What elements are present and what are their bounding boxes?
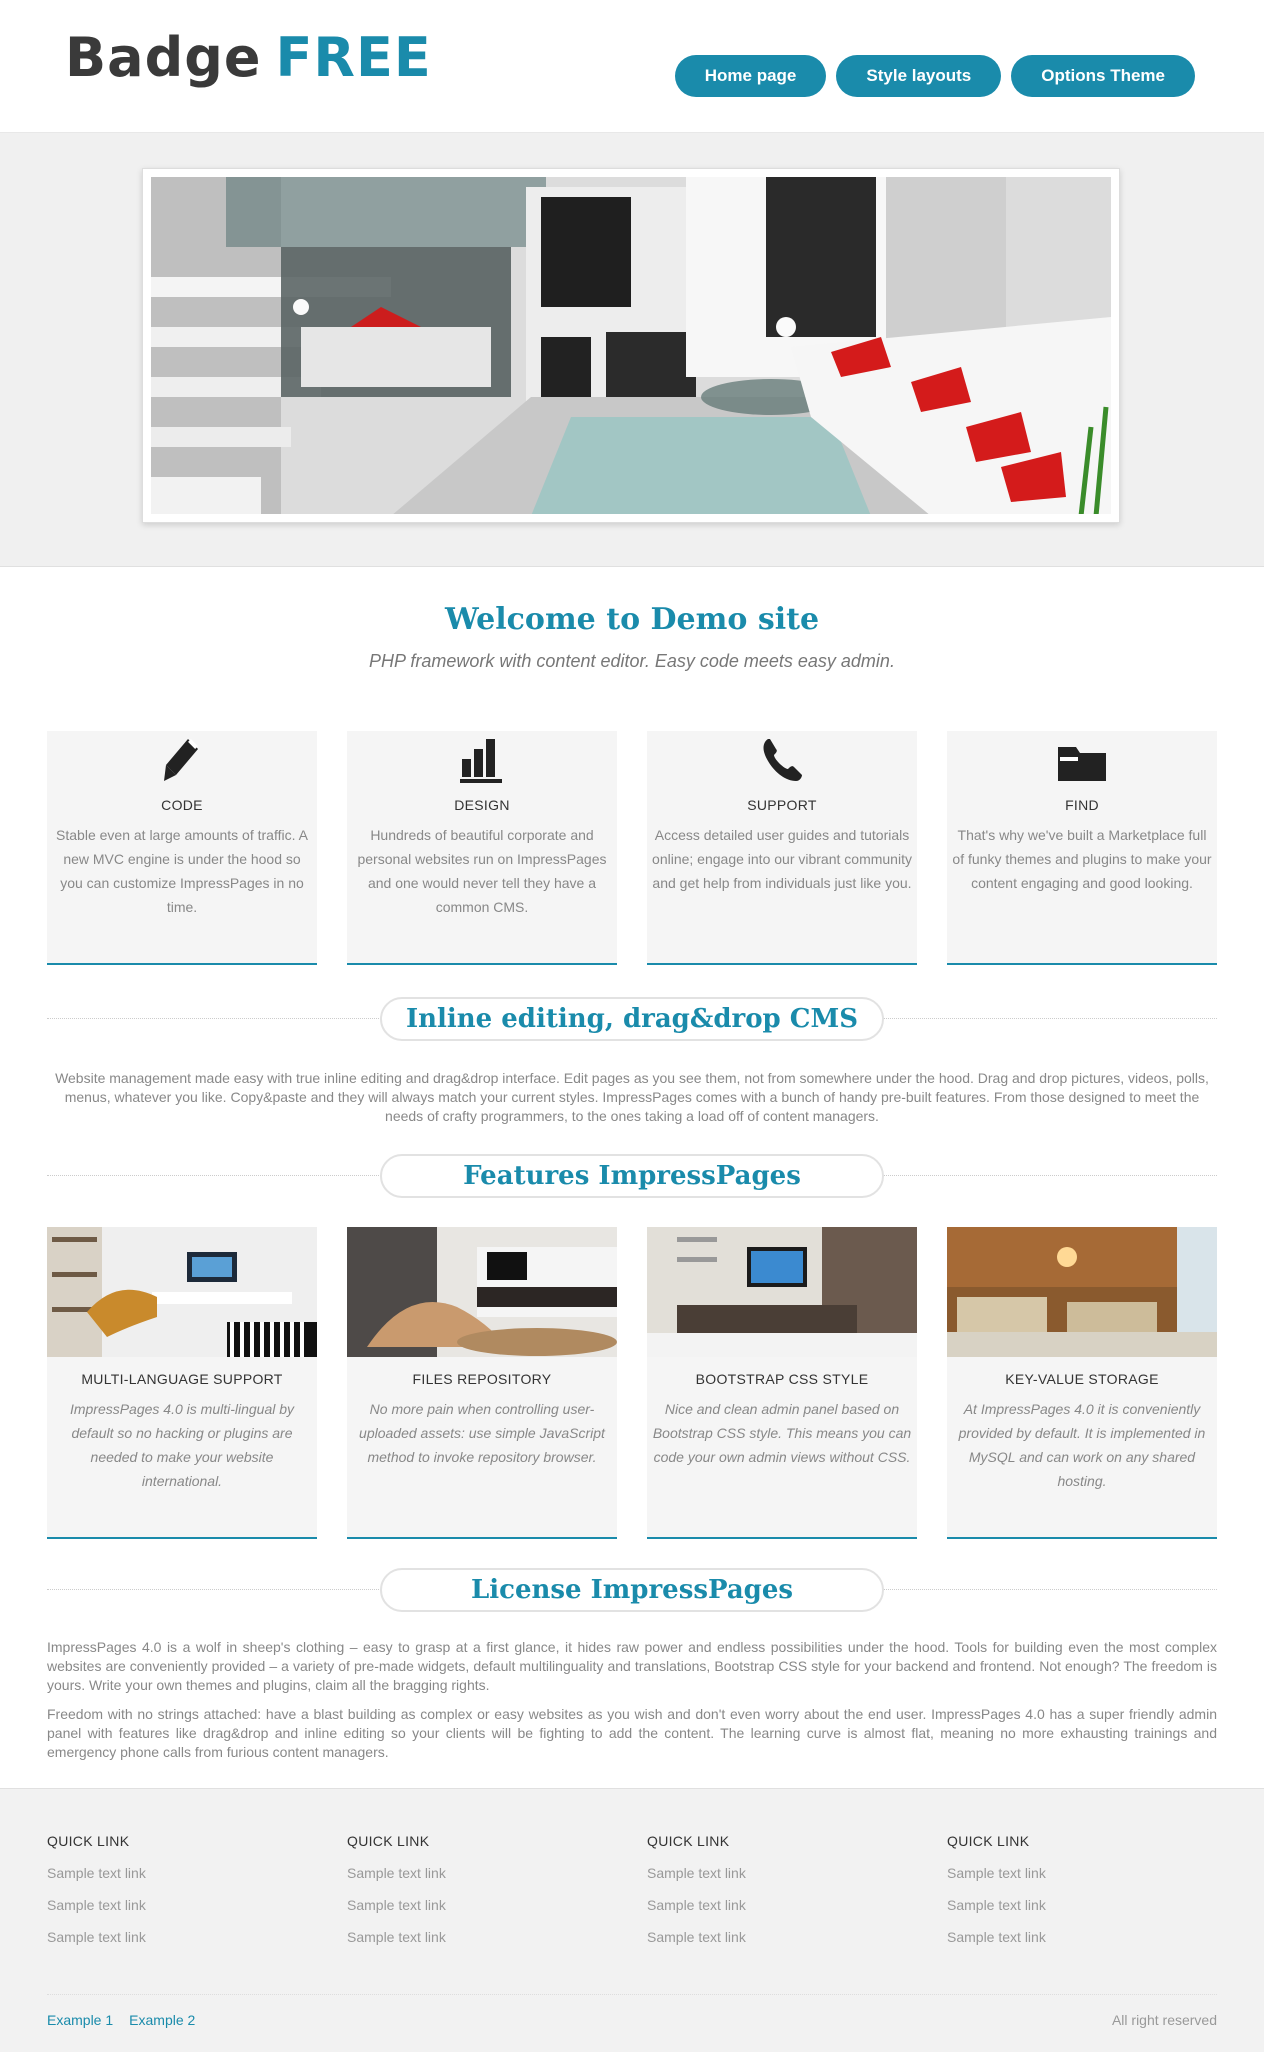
footer-bottom-links: Example 1 Example 2 — [47, 2012, 195, 2028]
footer-link[interactable]: Sample text link — [47, 1865, 317, 1881]
phone-icon — [647, 731, 917, 783]
hero-interior-image — [151, 177, 1111, 514]
feature-photo-card: KEY-VALUE STORAGE At ImpressPages 4.0 it… — [947, 1227, 1217, 1539]
section-title: License ImpressPages — [380, 1568, 884, 1612]
feature-photo-cards: MULTI-LANGUAGE SUPPORT ImpressPages 4.0 … — [47, 1227, 1217, 1539]
feature-card-code: CODE Stable even at large amounts of tra… — [47, 731, 317, 965]
feature-card-text: ImpressPages 4.0 is multi-lingual by def… — [69, 1401, 295, 1489]
bar-chart-icon — [347, 731, 617, 783]
feature-card-text: Hundreds of beautiful corporate and pers… — [357, 827, 607, 915]
footer-column-title: QUICK LINK — [347, 1833, 430, 1849]
license-heading: License ImpressPages — [47, 1568, 1217, 1612]
feature-card-title: CODE — [161, 797, 203, 813]
feature-card-title: MULTI-LANGUAGE SUPPORT — [81, 1371, 283, 1387]
feature-card-title: BOOTSTRAP CSS STYLE — [695, 1371, 869, 1387]
site-logo[interactable]: Badge FREE — [65, 26, 432, 89]
nav-home-page[interactable]: Home page — [674, 55, 827, 97]
license-paragraph-2: Freedom with no strings attached: have a… — [47, 1706, 1217, 1760]
features-impresspages-heading: Features ImpressPages — [47, 1154, 1217, 1198]
section-title: Inline editing, drag&drop CMS — [380, 997, 884, 1041]
footer-link[interactable]: Sample text link — [47, 1897, 317, 1913]
feature-card-support: SUPPORT Access detailed user guides and … — [647, 731, 917, 965]
logo-text-part2: FREE — [275, 26, 432, 89]
footer-column: QUICK LINK Sample text link Sample text … — [947, 1833, 1217, 1945]
section-title: Features ImpressPages — [380, 1154, 884, 1198]
footer-column: QUICK LINK Sample text link Sample text … — [647, 1833, 917, 1945]
feature-card-text: Access detailed user guides and tutorial… — [652, 827, 912, 891]
footer-column-title: QUICK LINK — [47, 1833, 130, 1849]
room-image — [947, 1227, 1217, 1357]
footer-column-title: QUICK LINK — [947, 1833, 1030, 1849]
feature-photo-card: FILES REPOSITORY No more pain when contr… — [347, 1227, 617, 1539]
footer-link[interactable]: Sample text link — [647, 1897, 917, 1913]
footer-column: QUICK LINK Sample text link Sample text … — [47, 1833, 317, 1945]
room-image — [47, 1227, 317, 1357]
welcome-title: Welcome to Demo site — [444, 602, 820, 637]
feature-card-text: No more pain when controlling user-uploa… — [359, 1401, 605, 1465]
site-footer: QUICK LINK Sample text link Sample text … — [0, 1788, 1264, 2052]
feature-card-text: Stable even at large amounts of traffic.… — [56, 827, 308, 915]
footer-example-1-link[interactable]: Example 1 — [47, 2012, 113, 2028]
feature-card-title: KEY-VALUE STORAGE — [1005, 1371, 1159, 1387]
feature-card-text: At ImpressPages 4.0 it is conveniently p… — [958, 1401, 1206, 1489]
footer-link[interactable]: Sample text link — [347, 1897, 617, 1913]
copyright-text: All right reserved — [1111, 2012, 1217, 2028]
hero-section — [0, 133, 1264, 567]
footer-link[interactable]: Sample text link — [647, 1929, 917, 1945]
footer-example-2-link[interactable]: Example 2 — [129, 2012, 195, 2028]
footer-link[interactable]: Sample text link — [47, 1929, 317, 1945]
footer-link[interactable]: Sample text link — [947, 1865, 1217, 1881]
license-paragraph-1: ImpressPages 4.0 is a wolf in sheep's cl… — [47, 1639, 1217, 1693]
feature-card-title: SUPPORT — [747, 797, 817, 813]
feature-card-title: FILES REPOSITORY — [412, 1371, 552, 1387]
feature-card-title: DESIGN — [454, 797, 510, 813]
feature-card-title: FIND — [1065, 797, 1099, 813]
room-image — [647, 1227, 917, 1357]
room-image — [347, 1227, 617, 1357]
footer-column: QUICK LINK Sample text link Sample text … — [347, 1833, 617, 1945]
site-header: Badge FREE Home page Style layouts Option… — [0, 0, 1264, 133]
pencil-icon — [47, 731, 317, 783]
feature-card-text: That's why we've built a Marketplace ful… — [952, 827, 1212, 891]
main-nav: Home page Style layouts Options Theme — [674, 55, 1195, 97]
nav-style-layouts[interactable]: Style layouts — [836, 55, 1002, 97]
inline-editing-heading: Inline editing, drag&drop CMS — [47, 997, 1217, 1041]
feature-photo-card: MULTI-LANGUAGE SUPPORT ImpressPages 4.0 … — [47, 1227, 317, 1539]
nav-options-theme[interactable]: Options Theme — [1011, 55, 1195, 97]
folder-icon — [947, 731, 1217, 783]
footer-columns: QUICK LINK Sample text link Sample text … — [47, 1833, 1217, 1945]
footer-link[interactable]: Sample text link — [647, 1865, 917, 1881]
footer-link[interactable]: Sample text link — [347, 1929, 617, 1945]
footer-link[interactable]: Sample text link — [947, 1929, 1217, 1945]
inline-editing-text: Website management made easy with true i… — [55, 1070, 1209, 1124]
feature-card-design: DESIGN Hundreds of beautiful corporate a… — [347, 731, 617, 965]
feature-cards: CODE Stable even at large amounts of tra… — [47, 731, 1217, 965]
footer-divider — [47, 1994, 1217, 1995]
footer-link[interactable]: Sample text link — [347, 1865, 617, 1881]
feature-card-find: FIND That's why we've built a Marketplac… — [947, 731, 1217, 965]
footer-link[interactable]: Sample text link — [947, 1897, 1217, 1913]
hero-image-frame — [142, 168, 1120, 523]
feature-photo-card: BOOTSTRAP CSS STYLE Nice and clean admin… — [647, 1227, 917, 1539]
welcome-subtitle: PHP framework with content editor. Easy … — [369, 651, 895, 671]
footer-column-title: QUICK LINK — [647, 1833, 730, 1849]
logo-text-part1: Badge — [65, 26, 262, 89]
feature-card-text: Nice and clean admin panel based on Boot… — [652, 1401, 912, 1465]
